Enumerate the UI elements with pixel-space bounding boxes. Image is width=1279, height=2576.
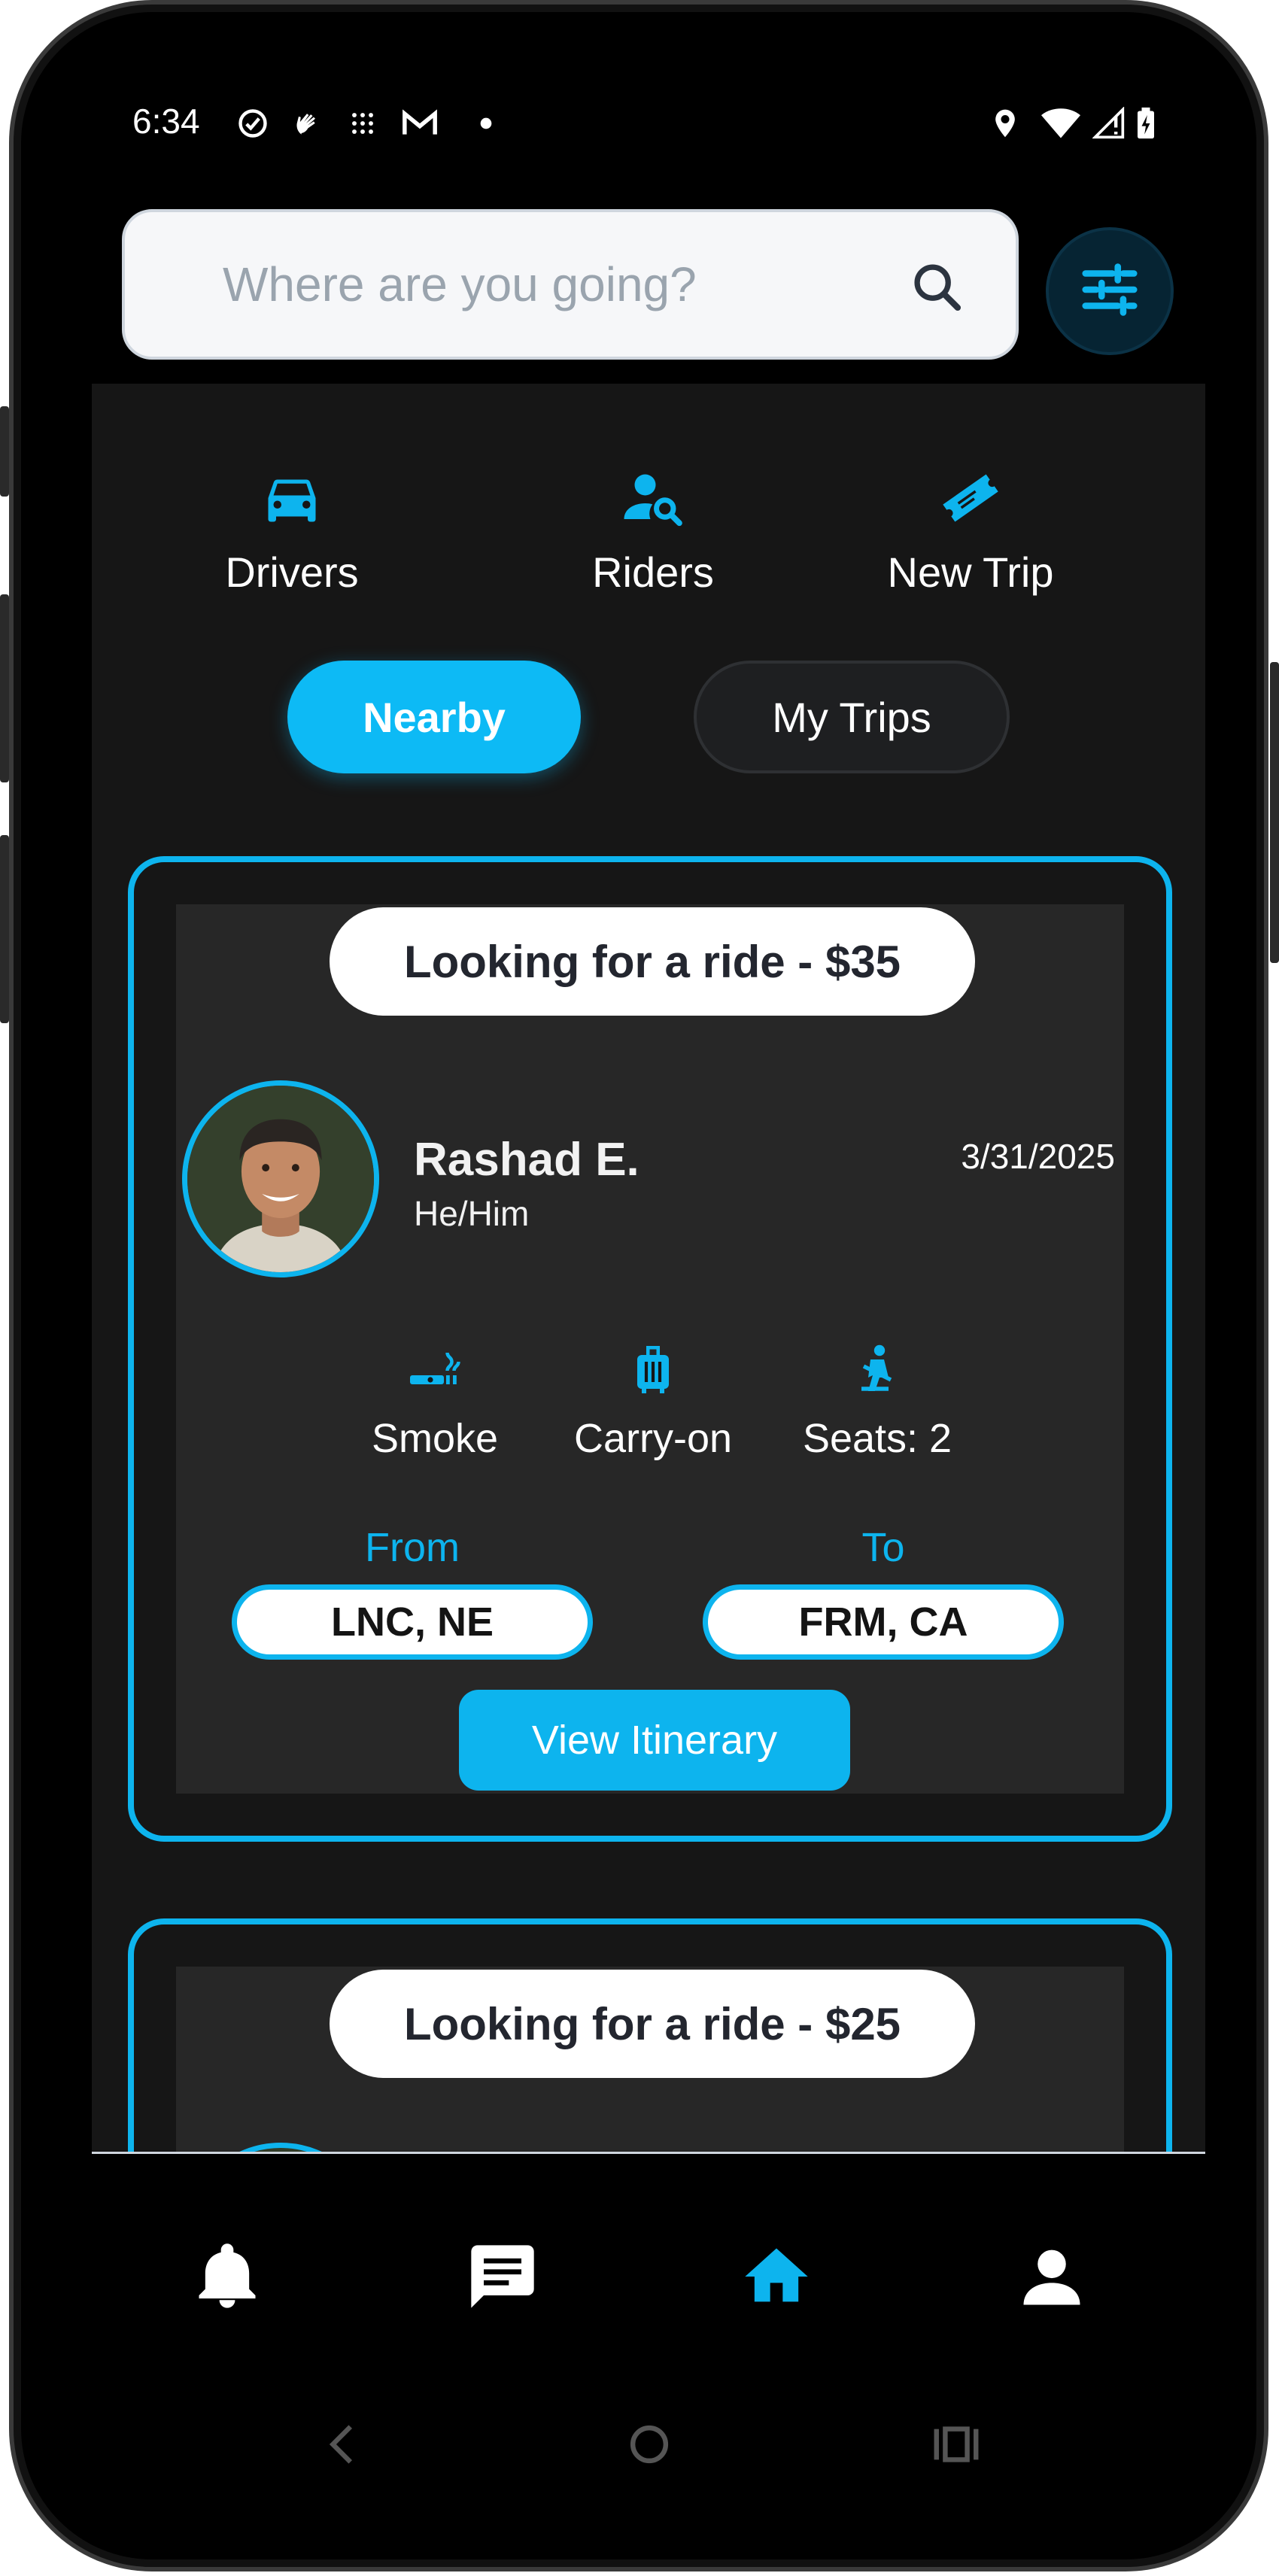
avatar-photo (187, 1086, 374, 1272)
search-bar[interactable] (122, 209, 1019, 360)
to-location: FRM, CA (703, 1584, 1064, 1660)
to-label: To (861, 1525, 905, 1570)
grid-dots-icon (346, 107, 379, 140)
back-icon[interactable] (317, 2418, 370, 2471)
from-location: LNC, NE (232, 1584, 593, 1660)
main-panel: Drivers Riders New Trip Nearby My Trips … (92, 384, 1205, 2152)
home-circle-icon[interactable] (623, 2418, 676, 2471)
bell-icon[interactable] (190, 2239, 265, 2314)
power-button (1270, 662, 1279, 963)
check-circle-icon (236, 107, 269, 140)
ride-headline: Looking for a ride - $35 (330, 907, 975, 1016)
feature-label: Carry-on (573, 1416, 733, 1461)
phone-frame: 6:34 Where are you going? Drivers Riders… (9, 0, 1268, 2571)
home-icon[interactable] (739, 2239, 814, 2314)
tab-nearby[interactable]: Nearby (287, 661, 581, 773)
trip-date: 3/31/2025 (961, 1137, 1115, 1176)
avatar[interactable] (182, 1080, 379, 1277)
feature-label: Seats: 2 (802, 1416, 952, 1461)
luggage-icon (626, 1340, 680, 1397)
ride-request-card[interactable]: Looking for a ride - $25 (128, 1918, 1172, 2152)
hand-wave-icon (290, 107, 324, 140)
quick-action-label: New Trip (887, 548, 1054, 596)
search-input[interactable] (125, 212, 1016, 357)
location-icon (989, 107, 1022, 140)
quick-action-label: Riders (592, 548, 714, 596)
cellular-signal-icon (1092, 106, 1126, 140)
feature-smoke: Smoke (360, 1340, 510, 1462)
profile-icon[interactable] (1014, 2239, 1089, 2314)
quick-action-label: Drivers (225, 548, 359, 596)
silent-switch (0, 835, 9, 1023)
status-bar: 6:34 (14, 5, 1264, 141)
ticket-icon (939, 466, 1002, 530)
feature-seats: Seats: 2 (787, 1340, 968, 1462)
feature-label: Smoke (371, 1416, 499, 1461)
tab-my-trips[interactable]: My Trips (694, 661, 1010, 773)
bottom-nav-divider (92, 2152, 1205, 2154)
battery-charging-icon (1133, 107, 1159, 140)
car-icon (260, 466, 324, 530)
rider-name: Rashad E. (414, 1134, 640, 1186)
ride-headline: Looking for a ride - $25 (330, 1970, 975, 2078)
gmail-icon (399, 107, 441, 140)
rider-search-icon (621, 466, 685, 530)
volume-up-button (0, 406, 9, 497)
from-label: From (365, 1525, 460, 1570)
filter-button[interactable] (1046, 227, 1174, 355)
volume-down-button (0, 594, 9, 782)
rider-pronouns: He/Him (414, 1194, 530, 1233)
search-icon[interactable] (909, 259, 966, 316)
quick-action-drivers[interactable]: Drivers (172, 466, 412, 597)
recents-icon[interactable] (930, 2418, 983, 2471)
dot-icon (469, 107, 503, 140)
feature-carry-on: Carry-on (563, 1340, 743, 1462)
status-time: 6:34 (132, 102, 200, 141)
chat-icon[interactable] (465, 2239, 540, 2314)
wifi-icon (1041, 107, 1080, 140)
sliders-icon (1077, 257, 1142, 326)
quick-action-riders[interactable]: Riders (533, 466, 773, 597)
smoking-icon (408, 1340, 462, 1397)
quick-action-new-trip[interactable]: New Trip (850, 466, 1091, 597)
ride-request-card[interactable]: Looking for a ride - $35 Rashad E. He/Hi… (128, 856, 1172, 1842)
view-itinerary-button[interactable]: View Itinerary (459, 1690, 850, 1791)
seatbelt-icon (850, 1340, 904, 1397)
